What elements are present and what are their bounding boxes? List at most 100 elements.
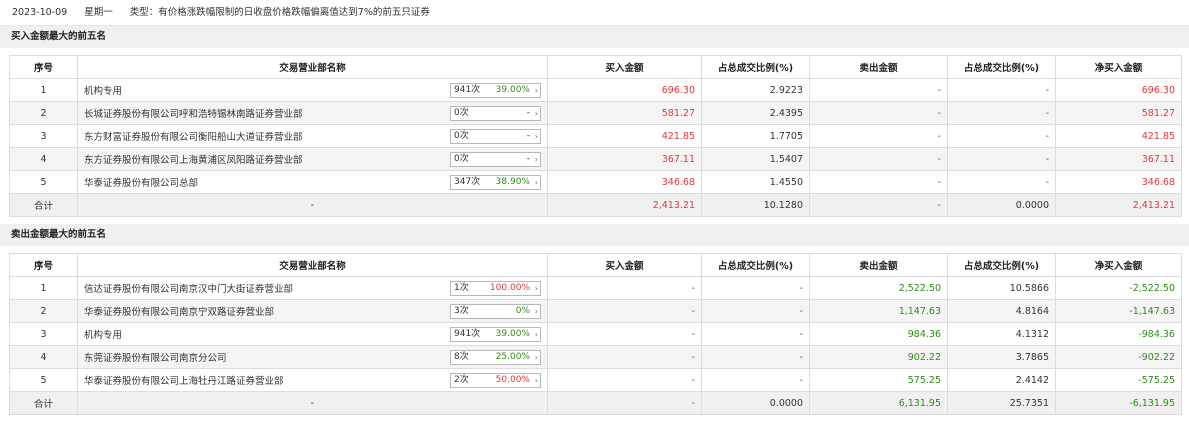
row-seq: 5 bbox=[9, 170, 78, 194]
sell-amount: - bbox=[809, 147, 948, 171]
total-net: 2,413.21 bbox=[1055, 193, 1182, 217]
chevron-right-icon: › bbox=[534, 376, 538, 385]
net-amount: 367.11 bbox=[1055, 147, 1182, 171]
history-stat-dropdown[interactable]: 3次 0% › bbox=[450, 304, 541, 319]
net-amount: -2,522.50 bbox=[1055, 276, 1182, 300]
col-buy-ratio: 占总成交比例(%) bbox=[701, 253, 810, 277]
branch-name-link[interactable]: 东方财富证券股份有限公司衡阳船山大道证券营业部 bbox=[84, 132, 303, 143]
appearance-count: 347次 bbox=[454, 177, 481, 187]
chevron-right-icon: › bbox=[534, 178, 538, 187]
buy-top5-table: 序号 交易营业部名称 买入金额 占总成交比例(%) 卖出金额 占总成交比例(%)… bbox=[9, 55, 1182, 217]
sell-ratio: 3.7865 bbox=[947, 345, 1056, 369]
branch-name-link[interactable]: 机构专用 bbox=[84, 330, 122, 341]
net-amount: 581.27 bbox=[1055, 101, 1182, 125]
type-label: 类型：有价格涨跌幅限制的日收盘价格跌幅偏离值达到7%的前五只证券 bbox=[129, 7, 430, 18]
success-rate: - bbox=[526, 108, 530, 118]
history-stat-dropdown[interactable]: 0次 - › bbox=[450, 106, 541, 121]
buy-ratio: 2.9223 bbox=[701, 78, 810, 102]
sell-amount: 902.22 bbox=[809, 345, 948, 369]
col-sell: 卖出金额 bbox=[809, 55, 948, 79]
buy-amount: 346.68 bbox=[547, 170, 702, 194]
success-rate: 39.00% bbox=[495, 85, 530, 95]
history-stat-dropdown[interactable]: 347次 38.90% › bbox=[450, 175, 541, 190]
table-row: 4 东方证券股份有限公司上海黄浦区凤阳路证券营业部 0次 - › 367.11 1.5407… bbox=[9, 147, 1182, 171]
sell-section-title: 卖出金额最大的前五名 bbox=[0, 224, 1189, 246]
col-net: 净买入金额 bbox=[1055, 55, 1182, 79]
total-sell-ratio: 0.0000 bbox=[947, 193, 1056, 217]
chevron-right-icon: › bbox=[534, 284, 538, 293]
col-sell-ratio: 占总成交比例(%) bbox=[947, 55, 1056, 79]
table-row: 2 长城证券股份有限公司呼和浩特锡林南路证券营业部 0次 - › 581.27 2.4395… bbox=[9, 101, 1182, 125]
table-header-row: 序号 交易营业部名称 买入金额 占总成交比例(%) 卖出金额 占总成交比例(%)… bbox=[9, 253, 1182, 277]
buy-ratio: 1.5407 bbox=[701, 147, 810, 171]
branch-name-cell: 机构专用 941次 39.00% › bbox=[77, 322, 548, 346]
chevron-right-icon: › bbox=[534, 330, 538, 339]
buy-ratio: - bbox=[701, 276, 810, 300]
branch-name-cell: 东方财富证券股份有限公司衡阳船山大道证券营业部 0次 - › bbox=[77, 124, 548, 148]
branch-name-link[interactable]: 东方证券股份有限公司上海黄浦区凤阳路证券营业部 bbox=[84, 155, 303, 166]
history-stat-dropdown[interactable]: 1次 100.00% › bbox=[450, 281, 541, 296]
total-buy: - bbox=[547, 391, 702, 415]
history-stat-dropdown[interactable]: 0次 - › bbox=[450, 129, 541, 144]
branch-name-link[interactable]: 机构专用 bbox=[84, 86, 122, 97]
history-stat-dropdown[interactable]: 941次 39.00% › bbox=[450, 327, 541, 342]
success-rate: 39.00% bbox=[495, 329, 530, 339]
buy-ratio: 1.4550 bbox=[701, 170, 810, 194]
table-row: 1 信达证券股份有限公司南京汉中门大街证券营业部 1次 100.00% › - -2,522… bbox=[9, 276, 1182, 300]
sell-amount: - bbox=[809, 78, 948, 102]
total-row: 合计 - -0.0000 6,131.95 25.7351 -6,131.95 bbox=[9, 391, 1182, 415]
row-seq: 1 bbox=[9, 78, 78, 102]
success-rate: 0% bbox=[515, 306, 530, 316]
buy-ratio: - bbox=[701, 368, 810, 392]
chevron-right-icon: › bbox=[534, 353, 538, 362]
buy-ratio: 2.4395 bbox=[701, 101, 810, 125]
buy-amount: 421.85 bbox=[547, 124, 702, 148]
net-amount: -984.36 bbox=[1055, 322, 1182, 346]
history-stat-dropdown[interactable]: 0次 - › bbox=[450, 152, 541, 167]
row-seq: 3 bbox=[9, 124, 78, 148]
buy-amount: 696.30 bbox=[547, 78, 702, 102]
col-buy: 买入金额 bbox=[547, 55, 702, 79]
chevron-right-icon: › bbox=[534, 307, 538, 316]
history-stat-dropdown[interactable]: 941次 39.00% › bbox=[450, 83, 541, 98]
appearance-count: 0次 bbox=[454, 131, 469, 141]
net-amount: -902.22 bbox=[1055, 345, 1182, 369]
branch-name-link[interactable]: 长城证券股份有限公司呼和浩特锡林南路证券营业部 bbox=[84, 109, 303, 120]
col-sell: 卖出金额 bbox=[809, 253, 948, 277]
history-stat-dropdown[interactable]: 8次 25.00% › bbox=[450, 350, 541, 365]
buy-amount: - bbox=[547, 299, 702, 323]
branch-name-link[interactable]: 信达证券股份有限公司南京汉中门大街证券营业部 bbox=[84, 284, 293, 295]
sell-ratio: 4.8164 bbox=[947, 299, 1056, 323]
sell-amount: 984.36 bbox=[809, 322, 948, 346]
success-rate: 25.00% bbox=[495, 352, 530, 362]
sell-ratio: 4.1312 bbox=[947, 322, 1056, 346]
branch-name-cell: 华泰证券股份有限公司总部 347次 38.90% › bbox=[77, 170, 548, 194]
history-stat-dropdown[interactable]: 2次 50.00% › bbox=[450, 373, 541, 388]
appearance-count: 0次 bbox=[454, 108, 469, 118]
net-amount: 346.68 bbox=[1055, 170, 1182, 194]
sell-amount: 2,522.50 bbox=[809, 276, 948, 300]
col-name: 交易营业部名称 bbox=[77, 253, 548, 277]
appearance-count: 8次 bbox=[454, 352, 469, 362]
col-seq: 序号 bbox=[9, 253, 78, 277]
branch-name-link[interactable]: 华泰证券股份有限公司南京宁双路证券营业部 bbox=[84, 307, 274, 318]
sell-amount: 1,147.63 bbox=[809, 299, 948, 323]
table-row: 3 东方财富证券股份有限公司衡阳船山大道证券营业部 0次 - › 421.85 1.7705… bbox=[9, 124, 1182, 148]
row-seq: 4 bbox=[9, 345, 78, 369]
branch-name-link[interactable]: 东莞证券股份有限公司南京分公司 bbox=[84, 353, 227, 364]
total-buy: 2,413.21 bbox=[547, 193, 702, 217]
table-row: 5 华泰证券股份有限公司上海牡丹江路证券营业部 2次 50.00% › - -575.25 2… bbox=[9, 368, 1182, 392]
sell-ratio: - bbox=[947, 78, 1056, 102]
branch-name-link[interactable]: 华泰证券股份有限公司总部 bbox=[84, 178, 198, 189]
sell-ratio: 10.5866 bbox=[947, 276, 1056, 300]
sell-ratio: - bbox=[947, 101, 1056, 125]
buy-amount: 367.11 bbox=[547, 147, 702, 171]
buy-ratio: - bbox=[701, 345, 810, 369]
branch-name-cell: 东方证券股份有限公司上海黄浦区凤阳路证券营业部 0次 - › bbox=[77, 147, 548, 171]
sell-amount: - bbox=[809, 101, 948, 125]
buy-table-body: 1 机构专用 941次 39.00% › 696.30 2.9223- -696.30 2 长城证… bbox=[9, 78, 1182, 217]
row-seq: 2 bbox=[9, 299, 78, 323]
branch-name-link[interactable]: 华泰证券股份有限公司上海牡丹江路证券营业部 bbox=[84, 376, 284, 387]
row-seq: 5 bbox=[9, 368, 78, 392]
header-bar: 2023-10-09 星期一 类型：有价格涨跌幅限制的日收盘价格跌幅偏离值达到7… bbox=[0, 0, 1189, 26]
